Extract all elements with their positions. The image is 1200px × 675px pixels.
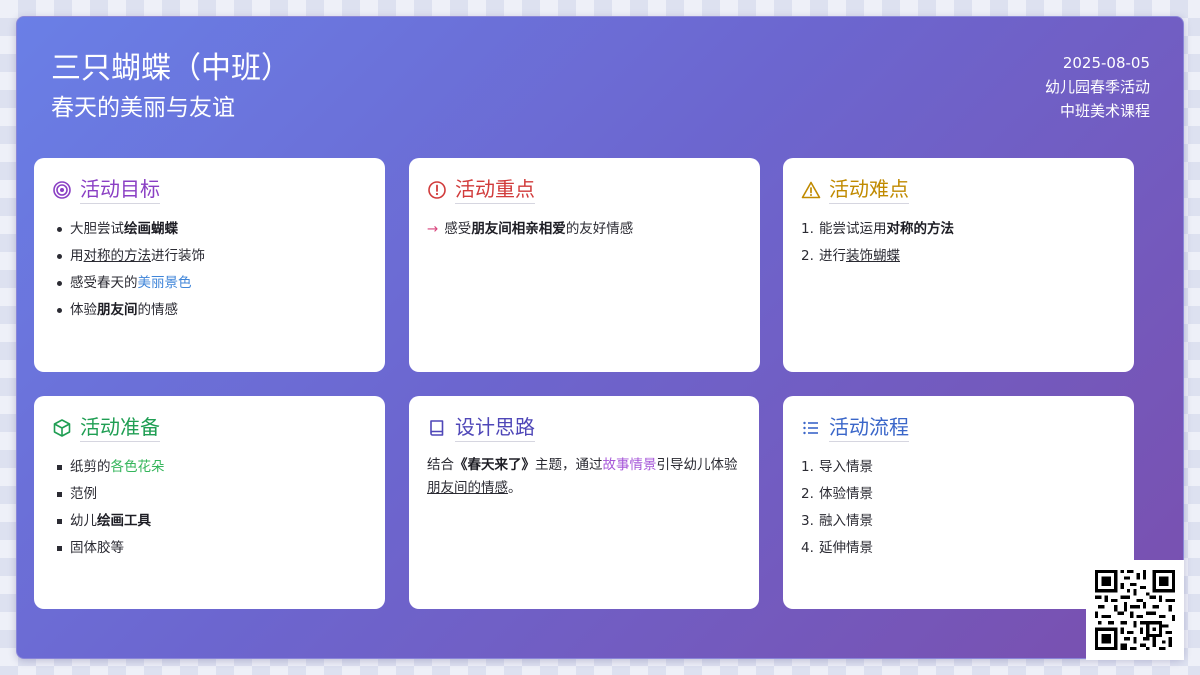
- card-title: 活动重点: [455, 177, 535, 204]
- list-item: 3. 融入情景: [801, 513, 873, 529]
- card-title: 活动准备: [80, 415, 160, 442]
- box-icon: [52, 418, 72, 438]
- list-item: 1. 能尝试运用对称的方法: [801, 221, 954, 237]
- list-item: 体验朋友间的情感: [57, 297, 367, 324]
- header: 三只蝴蝶（中班） 春天的美丽与友谊: [51, 51, 291, 123]
- list-item: 2. 体验情景: [801, 486, 873, 502]
- card-title: 活动流程: [829, 415, 909, 442]
- focus-text: → 感受朋友间相亲相爱的友好情感: [427, 221, 634, 237]
- card-title: 设计思路: [455, 415, 535, 442]
- design-text: 结合《春天来了》主题，通过故事情景引导幼儿体验朋友间的情感。: [427, 457, 738, 496]
- list-item: 纸剪的各色花朵: [57, 454, 367, 481]
- warning-triangle-icon: [801, 180, 821, 200]
- page-subtitle: 春天的美丽与友谊: [51, 95, 235, 121]
- list-item: 4. 延伸情景: [801, 540, 873, 556]
- card-preparation: 活动准备 纸剪的各色花朵 范例 幼儿绘画工具 固体胶等: [34, 396, 385, 609]
- card-goals: 活动目标 大胆尝试绘画蝴蝶 用对称的方法进行装饰 感受春天的美丽景色 体验朋友间…: [34, 158, 385, 372]
- card-difficulty: 活动难点 1. 能尝试运用对称的方法 2. 进行装饰蝴蝶: [783, 158, 1134, 372]
- card-flow: 活动流程 1. 导入情景 2. 体验情景 3. 融入情景 4. 延伸情景: [783, 396, 1134, 609]
- difficulty-list: 1. 能尝试运用对称的方法 2. 进行装饰蝴蝶: [801, 216, 1116, 270]
- date-label: 2025-08-05: [1062, 54, 1150, 72]
- book-icon: [427, 418, 447, 438]
- qr-code-icon: [1095, 570, 1175, 650]
- card-focus: 活动重点 → 感受朋友间相亲相爱的友好情感: [409, 158, 760, 372]
- course-label: 中班美术课程: [1059, 102, 1150, 120]
- list-item: 感受春天的美丽景色: [57, 270, 367, 297]
- list-item: 大胆尝试绘画蝴蝶: [57, 216, 367, 243]
- prep-list: 纸剪的各色花朵 范例 幼儿绘画工具 固体胶等: [52, 454, 367, 562]
- category-label: 幼儿园春季活动: [1044, 78, 1150, 96]
- list-item: 2. 进行装饰蝴蝶: [801, 248, 900, 264]
- list-item: 范例: [57, 481, 367, 508]
- target-icon: [52, 180, 72, 200]
- card-title: 活动难点: [829, 177, 909, 204]
- card-title: 活动目标: [80, 177, 160, 204]
- header-meta: 2025-08-05 幼儿园春季活动 中班美术课程: [1045, 51, 1150, 123]
- alert-circle-icon: [427, 180, 447, 200]
- arrow-icon: →: [427, 221, 439, 237]
- page-title: 三只蝴蝶（中班）: [51, 51, 291, 86]
- list-item: 用对称的方法进行装饰: [57, 243, 367, 270]
- list-item: 幼儿绘画工具: [57, 508, 367, 535]
- list-item: 固体胶等: [57, 535, 367, 562]
- list-icon: [801, 418, 821, 438]
- goals-list: 大胆尝试绘画蝴蝶 用对称的方法进行装饰 感受春天的美丽景色 体验朋友间的情感: [52, 216, 367, 324]
- qr-code[interactable]: [1086, 560, 1184, 660]
- list-item: 1. 导入情景: [801, 459, 873, 475]
- card-design: 设计思路 结合《春天来了》主题，通过故事情景引导幼儿体验朋友间的情感。: [409, 396, 759, 609]
- flow-list: 1. 导入情景 2. 体验情景 3. 融入情景 4. 延伸情景: [801, 454, 1116, 562]
